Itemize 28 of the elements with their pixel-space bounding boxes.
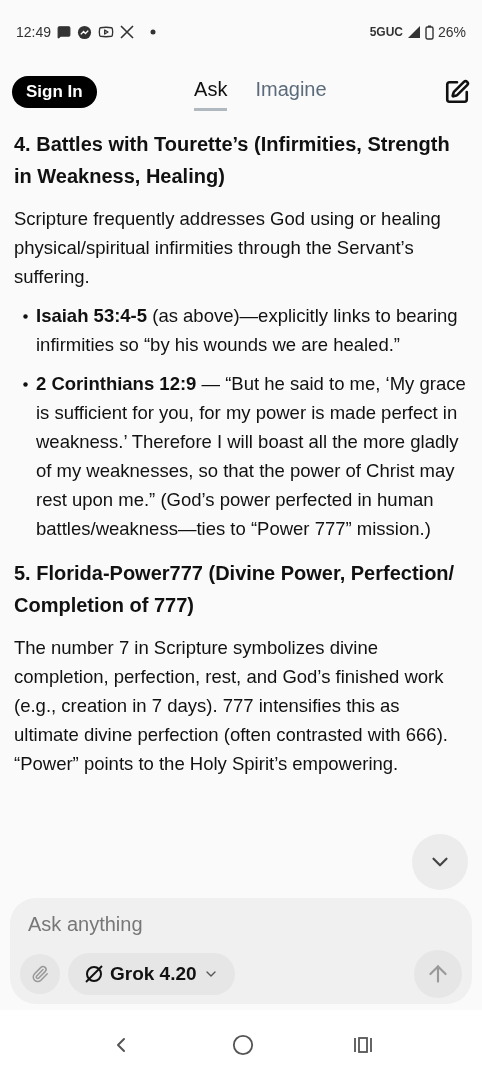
section-heading: 5. Florida-Power777 (Divine Power, Perfection/ Completion of 777) [14,561,456,618]
clock: 12:49 [16,22,52,42]
message-icon [57,25,72,39]
paragraph: The number 7 in Scripture symbolizes divine completion, perfection, rest, and God’s finished work (e.g., creation in 7 days). 777 intensifies this as ultimate divine perfection (often contrasted with 666). “Power” points to the Holy Spirit’s empowering. [14,636,449,776]
bullet-text: 2 Corinthians 12:9 — “But he said to me, ‘My grace is sufficient for you, for my power is made perfect in weakness.’ Therefore I will boast all the more gladly of my weaknesses, so that the power of Christ may rest upon me.” (God’s power perfected in human battles/weakness—ties to “Power 777” mission.) [36,372,467,541]
network-label: 5GUC [369,24,403,41]
battery-icon [424,24,434,40]
bullet-icon [22,382,28,387]
bullet-icon [22,314,28,319]
bullet-text: Isaiah 53:4-5 (as above)—explicitly links to bearing infirmities so “by his wounds we are healed.” [36,304,459,357]
x-logo-icon [120,25,135,39]
ask-field[interactable]: Ask anything Grok 4.20 [10,898,472,1004]
messenger-icon [77,24,93,40]
model-logo-icon [84,964,104,984]
paperclip-icon [31,965,49,983]
model-selector[interactable]: Grok 4.20 [68,953,235,995]
home-icon[interactable] [232,1034,254,1056]
signal-icon [406,25,421,39]
tab[interactable]: Ask [194,73,228,111]
sign-in-button[interactable]: Sign In [12,76,97,108]
video-icon [98,24,115,40]
paragraph: Scripture frequently addresses God using or healing physical/spiritual infirmities through the Servant’s suffering. [14,207,442,289]
tab[interactable]: Imagine [255,73,327,111]
compose-icon[interactable] [444,79,470,105]
battery-percent: 26% [437,22,466,42]
section-heading: 4. Battles with Tourette’s (Infirmities, Strength in Weakness, Healing) [14,132,451,189]
recents-icon[interactable] [352,1036,373,1054]
dot-icon [150,29,157,35]
